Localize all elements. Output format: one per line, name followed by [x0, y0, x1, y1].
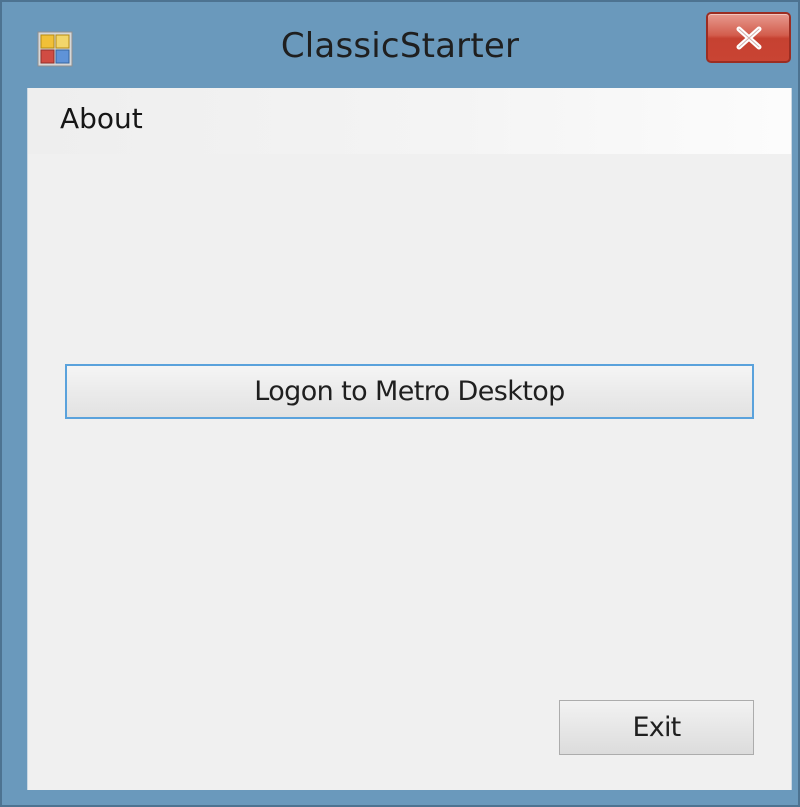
close-button[interactable] — [706, 12, 791, 63]
menu-bar: About — [28, 88, 791, 154]
logon-to-metro-desktop-button[interactable]: Logon to Metro Desktop — [65, 364, 754, 419]
exit-button[interactable]: Exit — [559, 700, 754, 755]
menu-item-about[interactable]: About — [60, 102, 143, 135]
window-title: ClassicStarter — [280, 26, 520, 66]
close-icon — [736, 26, 761, 49]
app-window: ClassicStarter About Logon to Metro Desk… — [0, 0, 800, 807]
title-bar[interactable]: ClassicStarter — [2, 2, 798, 88]
client-area: About Logon to Metro Desktop Exit — [27, 88, 792, 790]
